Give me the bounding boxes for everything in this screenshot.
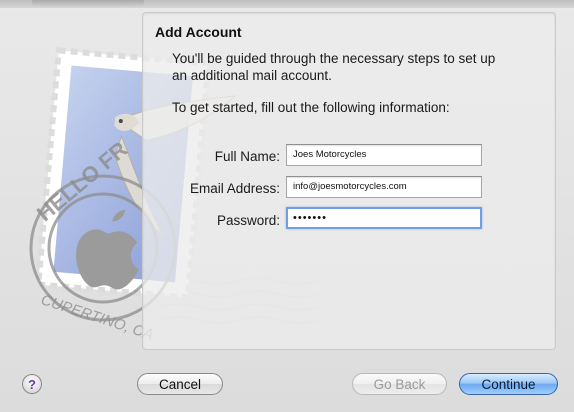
intro-line-1: You'll be guided through the necessary s…: [172, 51, 496, 66]
go-back-button[interactable]: Go Back: [352, 373, 447, 395]
intro-text: You'll be guided through the necessary s…: [172, 50, 542, 84]
stamp-text-bottom: CUPERTINO, CA: [39, 291, 156, 343]
cancel-button[interactable]: Cancel: [137, 373, 223, 395]
password-label: Password:: [216, 213, 280, 228]
email-field[interactable]: info@joesmotorcycles.com: [286, 176, 482, 198]
full-name-label: Full Name:: [214, 149, 280, 164]
intro-prompt: To get started, fill out the following i…: [172, 100, 450, 115]
continue-button[interactable]: Continue: [459, 373, 558, 395]
help-button[interactable]: ?: [22, 374, 42, 394]
password-field[interactable]: •••••••: [286, 207, 482, 229]
email-label: Email Address:: [189, 181, 280, 196]
full-name-field[interactable]: Joes Motorcycles: [286, 144, 482, 166]
page-title: Add Account: [155, 24, 242, 40]
window-top-tab: [32, 0, 144, 6]
intro-line-2: an additional mail account.: [172, 68, 332, 83]
help-icon: ?: [28, 376, 36, 392]
